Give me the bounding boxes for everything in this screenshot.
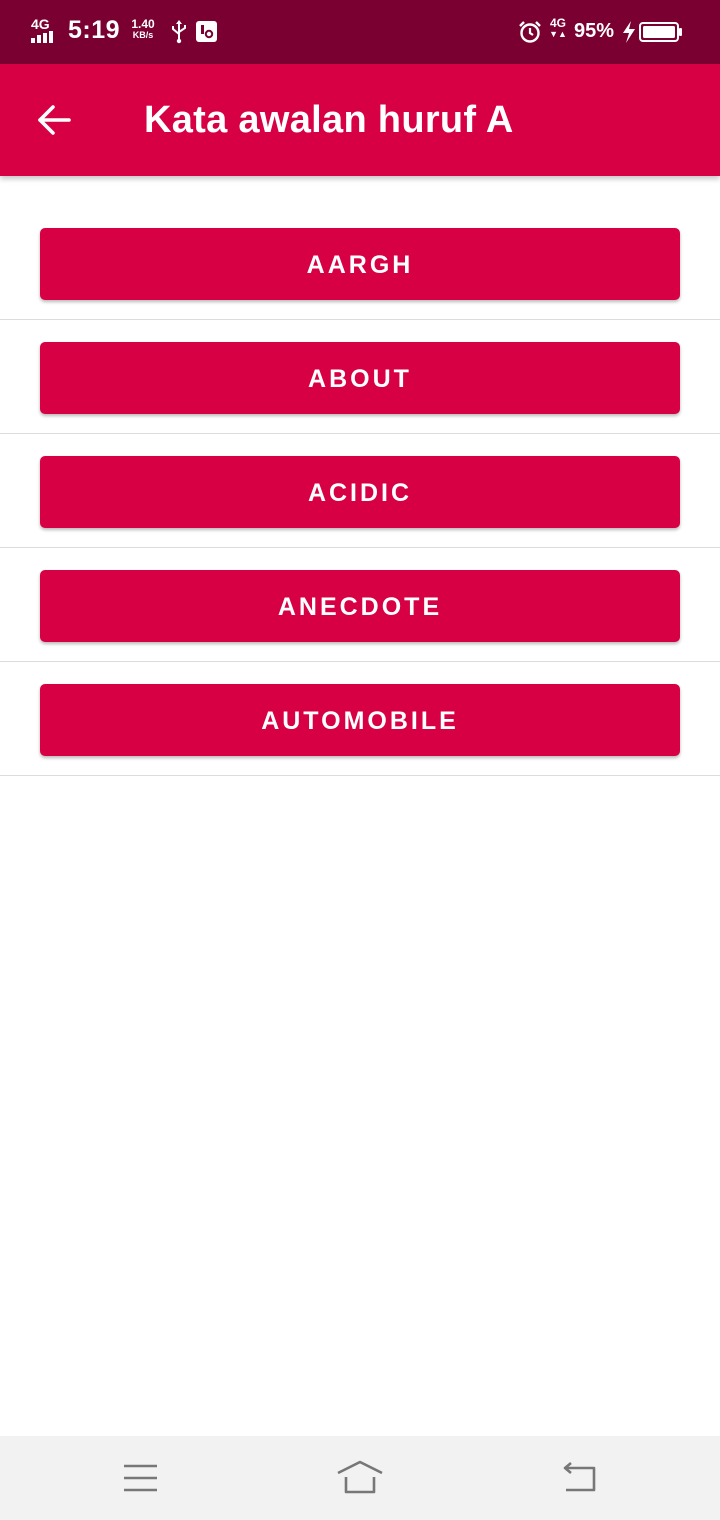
back-icon [563, 1462, 596, 1492]
network-speed: 1.40 KB/s [128, 18, 158, 40]
list-item: ABOUT [0, 320, 720, 434]
word-button-anecdote[interactable]: ANECDOTE [40, 570, 680, 642]
page-title: Kata awalan huruf A [144, 99, 514, 141]
word-button-automobile[interactable]: AUTOMOBILE [40, 684, 680, 756]
charging-bolt-icon [622, 21, 636, 43]
device-icon [196, 21, 217, 42]
arrow-left-icon [38, 105, 71, 135]
status-bar: 4G 5:19 1.40 KB/s 4G ▼▲ 95% [0, 0, 720, 64]
word-button-acidic[interactable]: ACIDIC [40, 456, 680, 528]
app-bar: Kata awalan huruf A [0, 64, 720, 176]
list-item: ANECDOTE [0, 548, 720, 662]
battery-icon [639, 22, 683, 42]
list-item: AUTOMOBILE [0, 662, 720, 776]
back-button[interactable] [28, 92, 84, 148]
system-back-button[interactable] [556, 1456, 604, 1500]
speed-value: 1.40 [131, 17, 155, 31]
list-item: ACIDIC [0, 434, 720, 548]
secondary-network-type: 4G [549, 16, 566, 30]
home-icon [337, 1460, 383, 1494]
data-arrows-icon: 4G ▼▲ [549, 16, 567, 39]
battery-percent: 95% [574, 20, 615, 42]
word-list: AARGH ABOUT ACIDIC ANECDOTE AUTOMOBILE [0, 206, 720, 776]
home-button[interactable] [336, 1456, 384, 1500]
word-button-aargh[interactable]: AARGH [40, 228, 680, 300]
list-item: AARGH [0, 206, 720, 320]
menu-icon [124, 1464, 157, 1492]
menu-button[interactable] [117, 1456, 165, 1500]
word-button-about[interactable]: ABOUT [40, 342, 680, 414]
usb-icon [170, 20, 188, 44]
signal-icon: 4G [31, 16, 63, 44]
navigation-bar [0, 1436, 720, 1520]
alarm-icon [518, 20, 542, 44]
speed-unit: KB/s [132, 30, 154, 40]
clock-time: 5:19 [68, 16, 121, 44]
network-type: 4G [31, 16, 50, 32]
